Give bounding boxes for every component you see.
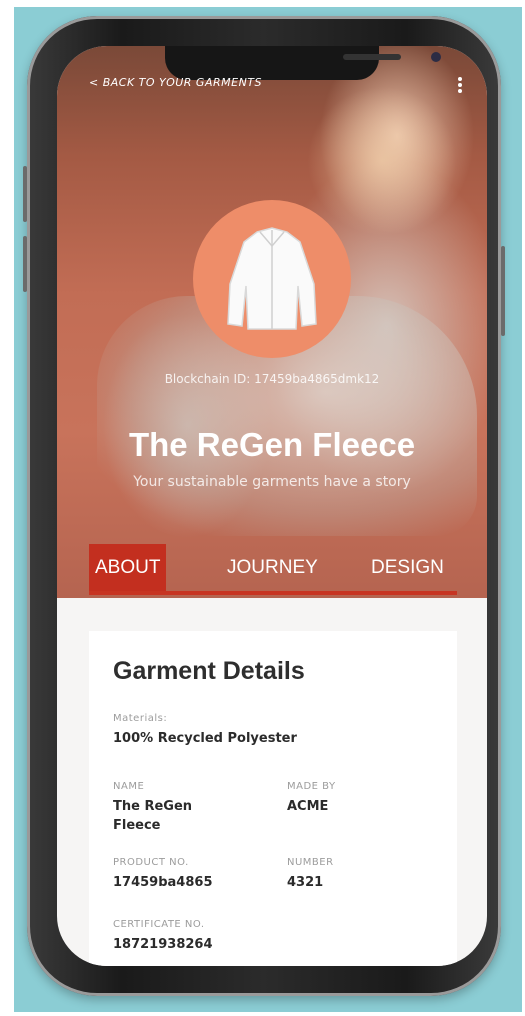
jacket-icon [227,227,317,330]
volume-down-button [23,236,27,292]
materials-label: Materials: [113,713,168,724]
made-by-value: ACME [287,799,329,814]
back-to-garments-link[interactable]: < Back to your garments [89,76,262,89]
front-camera [431,52,441,62]
volume-up-button [23,166,27,222]
certificate-no-label: CERTIFICATE NO. [113,919,205,930]
hero-figure-hair [307,86,457,236]
certificate-no-value: 18721938264 [113,937,213,952]
kebab-menu-icon[interactable] [457,76,463,94]
chevron-left-icon: < [89,76,99,89]
number-label: NUMBER [287,857,334,868]
name-label: NAME [113,781,145,792]
tab-journey[interactable]: JOURNEY [227,544,318,591]
garment-details-card: Garment Details Materials: 100% Recycled… [89,631,457,966]
made-by-label: MADE BY [287,781,336,792]
app-screen: < Back to your garments Blockchain ID: 17… [57,46,487,966]
back-link-label: Back to your garments [102,76,262,89]
power-button [501,246,505,336]
tab-underline [89,591,457,595]
blockchain-id: Blockchain ID: 17459ba4865dmk12 [164,372,380,386]
tab-about[interactable]: ABOUT [89,544,167,591]
tab-bar: ABOUT JOURNEY DESIGN [57,544,487,595]
phone-notch [165,46,441,80]
product-subtitle: Your sustainable garments have a story [133,474,411,490]
number-value: 4321 [287,875,324,890]
product-no-label: PRODUCT NO. [113,857,189,868]
speaker-grille [343,54,401,60]
name-value: The ReGen Fleece [113,799,193,833]
tab-design[interactable]: DESIGN [371,544,444,591]
product-image [193,200,351,358]
product-no-value: 17459ba4865 [113,875,213,890]
garment-details-heading: Garment Details [113,657,305,685]
materials-value: 100% Recycled Polyester [113,731,297,746]
product-title: The ReGen Fleece [128,426,416,463]
